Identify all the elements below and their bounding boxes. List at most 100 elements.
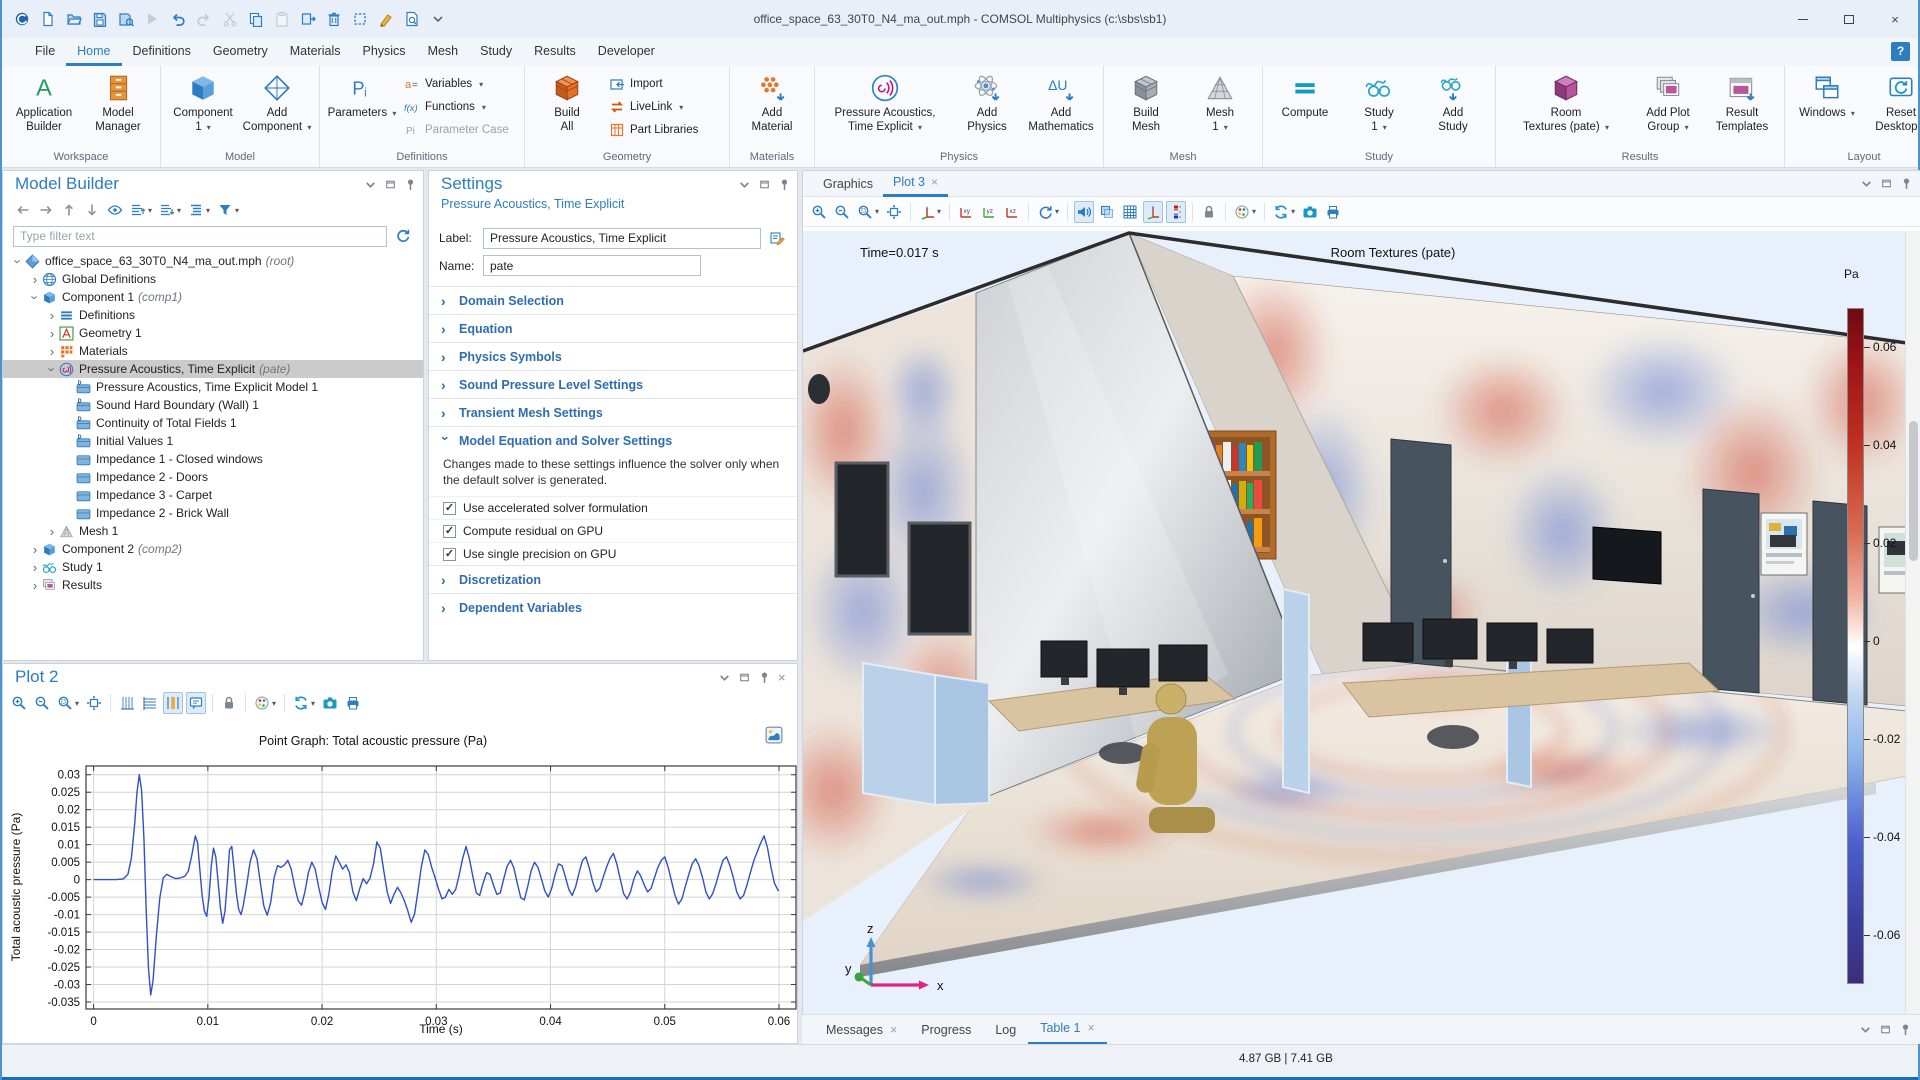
tree-item[interactable]: Impedance 2 - Brick Wall bbox=[3, 504, 423, 522]
tree-expander[interactable]: › bbox=[28, 272, 42, 287]
qat-caret-button[interactable] bbox=[428, 9, 448, 29]
section-header[interactable]: › Sound Pressure Level Settings bbox=[429, 371, 797, 398]
panel-menu-icon[interactable] bbox=[364, 178, 377, 191]
build-mesh-button[interactable]: Build Mesh bbox=[1110, 70, 1182, 150]
model-tree-icon[interactable]: ▾ bbox=[186, 199, 212, 221]
arrow-left-icon[interactable] bbox=[13, 199, 33, 221]
tree-item[interactable]: › Component 1 (comp1) bbox=[3, 288, 423, 306]
filter-icon[interactable]: ▾ bbox=[215, 199, 241, 221]
tree-item[interactable]: › Mesh 1 bbox=[3, 522, 423, 540]
livelink-button[interactable]: LiveLink ▾ bbox=[609, 97, 719, 117]
undo-button[interactable] bbox=[168, 9, 188, 29]
lock-icon[interactable] bbox=[1199, 201, 1219, 223]
tree-item[interactable]: › Pressure Acoustics, Time Explicit (pate) bbox=[3, 360, 423, 378]
grid-icon[interactable] bbox=[1120, 201, 1140, 223]
open-file-button[interactable] bbox=[64, 9, 84, 29]
expand-first-icon[interactable]: ▾ bbox=[128, 199, 154, 221]
menu-item-geometry[interactable]: Geometry bbox=[202, 38, 279, 66]
paste-button[interactable] bbox=[272, 9, 292, 29]
model-manager-button[interactable]: Model Manager bbox=[82, 70, 154, 150]
snapshot-icon[interactable] bbox=[1300, 201, 1320, 223]
view-xy-icon[interactable]: xy bbox=[956, 201, 976, 223]
float-panel-icon[interactable] bbox=[1879, 1023, 1892, 1036]
graphics-scrollbar[interactable] bbox=[1905, 231, 1920, 1015]
refresh-filter-icon[interactable] bbox=[393, 225, 413, 247]
checkbox[interactable]: ✓ bbox=[443, 501, 456, 515]
pin-panel-icon[interactable] bbox=[1900, 177, 1913, 190]
add-component-button[interactable]: Add Component ▾ bbox=[241, 70, 313, 150]
panel-menu-icon[interactable] bbox=[738, 178, 751, 191]
color-legend-icon[interactable] bbox=[1166, 200, 1187, 223]
view-yz-icon[interactable]: yz bbox=[979, 201, 999, 223]
label-field[interactable] bbox=[483, 227, 761, 249]
add-mathematics-button[interactable]: ΔU Add Mathematics bbox=[1025, 70, 1097, 150]
menu-item-home[interactable]: Home bbox=[66, 38, 122, 66]
arrow-right-icon[interactable] bbox=[36, 199, 56, 221]
tree-expander[interactable]: › bbox=[28, 560, 42, 575]
duplicate-button[interactable] bbox=[298, 9, 318, 29]
import-button[interactable]: Import bbox=[609, 74, 719, 94]
sound-icon[interactable] bbox=[1074, 200, 1095, 223]
parameters-button[interactable]: Pi Parameters ▾ bbox=[326, 70, 398, 150]
zoom-out-icon[interactable] bbox=[832, 201, 852, 223]
tree-item[interactable]: › Geometry 1 bbox=[3, 324, 423, 342]
graphics-3d-scene[interactable] bbox=[803, 231, 1907, 1015]
checkbox[interactable]: ✓ bbox=[443, 547, 456, 561]
menu-item-materials[interactable]: Materials bbox=[279, 38, 352, 66]
pin-panel-icon[interactable] bbox=[1899, 1023, 1912, 1036]
tree-item[interactable]: D Pressure Acoustics, Time Explicit Model… bbox=[3, 378, 423, 396]
close-button[interactable]: × bbox=[1872, 0, 1918, 38]
checkbox[interactable]: ✓ bbox=[443, 524, 456, 538]
build-all-button[interactable]: Build All bbox=[531, 70, 603, 150]
add-material-button[interactable]: Add Material bbox=[736, 70, 808, 150]
graphics-canvas[interactable]: Time=0.017 s Room Textures (pate) Pa 0.0… bbox=[803, 231, 1907, 1015]
panel-menu-icon[interactable] bbox=[1859, 1023, 1872, 1036]
tree-item[interactable]: Impedance 3 - Carpet bbox=[3, 486, 423, 504]
bottom-tab-table-1[interactable]: Table 1 × bbox=[1028, 1015, 1107, 1045]
save-as-button[interactable] bbox=[116, 9, 136, 29]
tree-item[interactable]: › Materials bbox=[3, 342, 423, 360]
section-header[interactable]: › Domain Selection bbox=[429, 287, 797, 314]
menu-item-results[interactable]: Results bbox=[523, 38, 587, 66]
view-axes-icon[interactable] bbox=[1143, 200, 1164, 223]
maximize-button[interactable] bbox=[1826, 0, 1872, 38]
copy-button[interactable] bbox=[246, 9, 266, 29]
tree-item[interactable]: › office_space_63_30T0_N4_ma_out.mph (root… bbox=[3, 252, 423, 270]
checkbox-row[interactable]: ✓ Compute residual on GPU bbox=[429, 519, 797, 542]
draw-highlight-button[interactable] bbox=[376, 9, 396, 29]
arrow-down-icon[interactable] bbox=[82, 199, 102, 221]
tree-item[interactable]: D Initial Values 1 bbox=[3, 432, 423, 450]
float-panel-icon[interactable] bbox=[758, 178, 771, 191]
variables-button[interactable]: a = Variables ▾ bbox=[404, 74, 514, 94]
close-tab-icon[interactable]: × bbox=[890, 1023, 897, 1037]
go-to-view-icon[interactable]: ▾ bbox=[917, 201, 943, 223]
tree-expander[interactable]: › bbox=[45, 344, 59, 359]
tree-expander[interactable]: › bbox=[45, 326, 59, 341]
zoom-box-icon[interactable]: ▾ bbox=[855, 201, 881, 223]
pin-panel-icon[interactable] bbox=[404, 178, 417, 191]
point-graph-plot[interactable]: 0 0.01 0.02 0.03 0.04 0.05 0.060.030.0250.020.… bbox=[3, 664, 799, 1045]
windows-button[interactable]: Windows ▾ bbox=[1791, 70, 1863, 150]
pin-panel-icon[interactable] bbox=[778, 178, 791, 191]
tree-item[interactable]: Impedance 1 - Closed windows bbox=[3, 450, 423, 468]
scrollbar-thumb[interactable] bbox=[1909, 421, 1918, 561]
checkbox-row[interactable]: ✓ Use single precision on GPU bbox=[429, 542, 797, 565]
zoom-in-icon[interactable] bbox=[809, 201, 829, 223]
menu-item-developer[interactable]: Developer bbox=[587, 38, 666, 66]
tree-expander[interactable]: › bbox=[28, 542, 42, 557]
cut-button[interactable] bbox=[220, 9, 240, 29]
print-icon[interactable] bbox=[1323, 201, 1343, 223]
checkbox-row[interactable]: ✓ Use accelerated solver formulation bbox=[429, 496, 797, 519]
graphics-tab-graphics[interactable]: Graphics bbox=[813, 171, 883, 197]
minimize-button[interactable] bbox=[1780, 0, 1826, 38]
delete-button[interactable] bbox=[324, 9, 344, 29]
room-textures-button[interactable]: Room Textures (pate) ▾ bbox=[1502, 70, 1630, 150]
name-field[interactable] bbox=[483, 255, 701, 276]
menu-item-definitions[interactable]: Definitions bbox=[122, 38, 202, 66]
color-palette-icon[interactable]: ▾ bbox=[1232, 201, 1258, 223]
tree-item[interactable]: › Global Definitions bbox=[3, 270, 423, 288]
float-panel-icon[interactable] bbox=[384, 178, 397, 191]
section-header[interactable]: › Transient Mesh Settings bbox=[429, 399, 797, 426]
tree-expander[interactable]: › bbox=[45, 362, 60, 376]
new-file-button[interactable] bbox=[38, 9, 58, 29]
